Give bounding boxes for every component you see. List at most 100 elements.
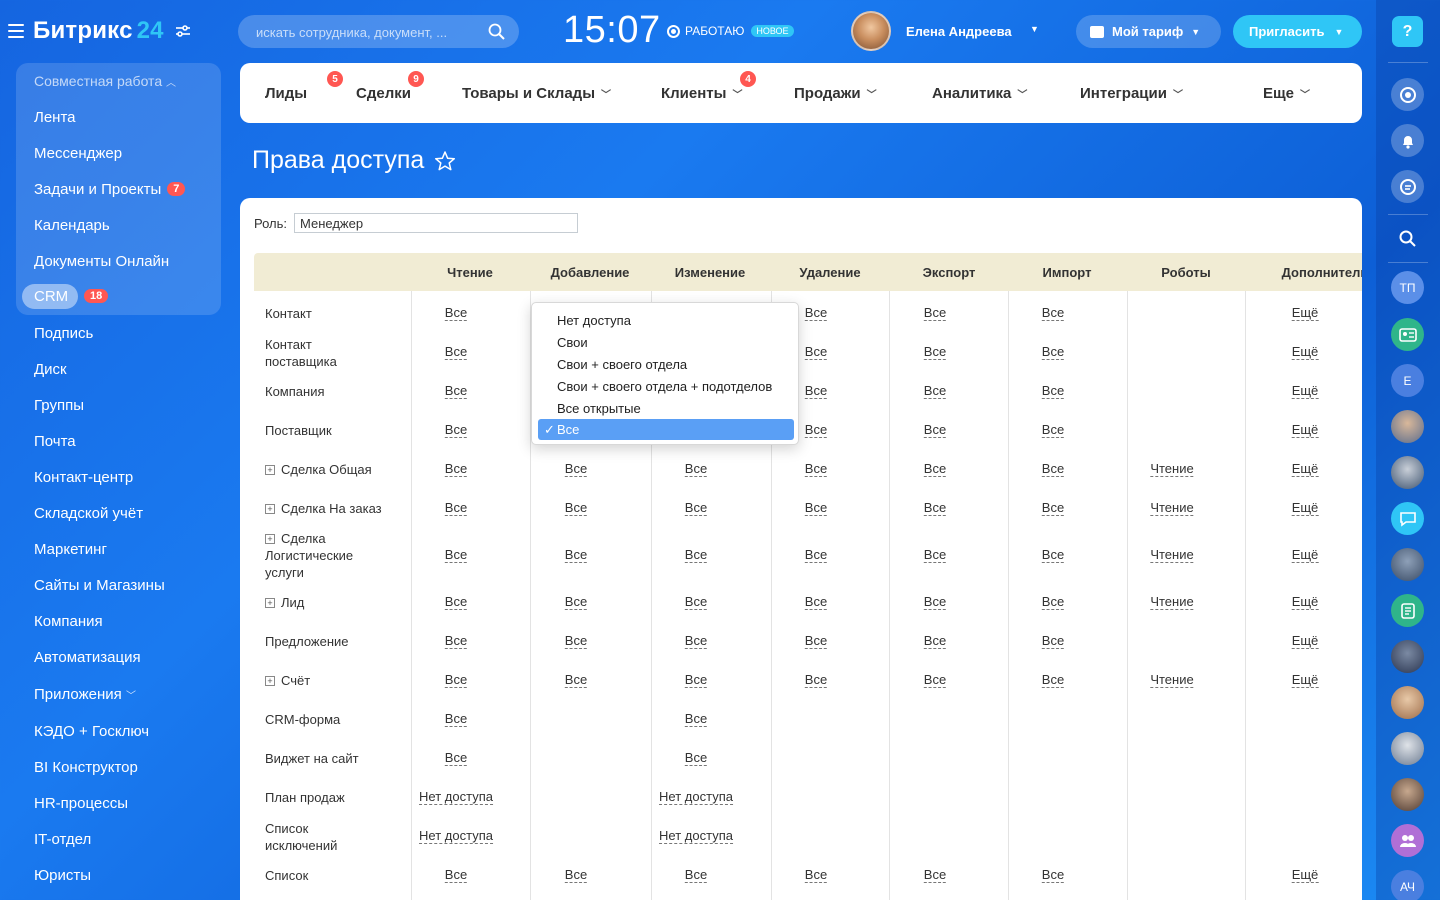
my-tariff-button[interactable]: Мой тариф ▼: [1076, 15, 1221, 48]
row-label[interactable]: + Лид: [265, 594, 405, 611]
permission-cell[interactable]: Все: [684, 672, 708, 688]
permission-cell[interactable]: Все: [564, 633, 588, 649]
clock[interactable]: 15:07: [563, 9, 661, 52]
tab-more[interactable]: Еще ﹀: [1263, 85, 1310, 102]
permission-cell[interactable]: Ещё: [1291, 344, 1319, 360]
role-name-input[interactable]: [294, 213, 578, 233]
menu-burger-icon[interactable]: [8, 24, 24, 38]
contact-avatar[interactable]: [1391, 456, 1424, 489]
dropdown-option[interactable]: Нет доступа: [538, 310, 794, 331]
document-icon[interactable]: [1391, 594, 1424, 627]
permission-cell[interactable]: Все: [1041, 594, 1065, 610]
permission-cell[interactable]: Все: [1041, 633, 1065, 649]
sidebar-item-tasks[interactable]: Задачи и Проекты 7: [34, 181, 186, 198]
search-icon[interactable]: [488, 23, 505, 40]
contact-avatar[interactable]: [1391, 548, 1424, 581]
search-input[interactable]: [256, 22, 476, 42]
permission-cell[interactable]: Все: [444, 633, 468, 649]
permission-cell[interactable]: Все: [804, 633, 828, 649]
permission-cell[interactable]: Все: [1041, 867, 1065, 883]
dropdown-option[interactable]: Свои + своего отдела + подотделов: [538, 376, 794, 397]
permission-cell[interactable]: Все: [444, 711, 468, 727]
permission-cell[interactable]: Все: [684, 867, 708, 883]
contact-avatar[interactable]: [1391, 410, 1424, 443]
permission-cell[interactable]: Все: [684, 750, 708, 766]
dropdown-option[interactable]: Свои + своего отдела: [538, 354, 794, 375]
permission-cell[interactable]: Все: [564, 867, 588, 883]
permission-cell[interactable]: Все: [444, 422, 468, 438]
contact-avatar[interactable]: [1391, 640, 1424, 673]
permission-cell[interactable]: Все: [444, 594, 468, 610]
permission-cell[interactable]: Ещё: [1291, 461, 1319, 477]
permission-cell[interactable]: Все: [923, 547, 947, 563]
permission-cell[interactable]: Все: [923, 594, 947, 610]
row-label[interactable]: + Сделка Общая: [265, 461, 405, 478]
sidebar-item-automation[interactable]: Автоматизация: [34, 649, 141, 666]
user-caret-icon[interactable]: ▼: [1030, 24, 1039, 34]
sidebar-item-sites[interactable]: Сайты и Магазины: [34, 577, 165, 594]
permission-cell[interactable]: Все: [684, 633, 708, 649]
permission-cell[interactable]: Все: [1041, 547, 1065, 563]
permission-cell[interactable]: Все: [804, 500, 828, 516]
sidebar-item-sign[interactable]: Подпись: [34, 325, 93, 342]
permission-cell[interactable]: Все: [444, 344, 468, 360]
permission-cell[interactable]: Все: [444, 750, 468, 766]
permission-cell[interactable]: Все: [444, 672, 468, 688]
bell-icon[interactable]: [1391, 124, 1424, 157]
permission-cell[interactable]: Все: [804, 594, 828, 610]
permission-cell[interactable]: Все: [444, 500, 468, 516]
dropdown-option[interactable]: ✓ Все: [538, 419, 794, 440]
permission-cell[interactable]: Все: [684, 461, 708, 477]
permission-cell[interactable]: Ещё: [1291, 305, 1319, 321]
permission-cell[interactable]: Все: [444, 305, 468, 321]
permission-cell[interactable]: Все: [804, 672, 828, 688]
permission-cell[interactable]: Все: [923, 461, 947, 477]
permission-cell[interactable]: Чтение: [1150, 461, 1194, 477]
permission-cell[interactable]: Нет доступа: [659, 828, 733, 844]
sidebar-item-crm-label[interactable]: CRM: [34, 288, 68, 305]
permission-cell[interactable]: Все: [923, 867, 947, 883]
contact-avatar[interactable]: [1391, 732, 1424, 765]
dropdown-option[interactable]: Свои: [538, 332, 794, 353]
permission-cell[interactable]: Все: [923, 500, 947, 516]
permission-cell[interactable]: Все: [564, 500, 588, 516]
sidebar-item-company[interactable]: Компания: [34, 613, 103, 630]
contact-avatar[interactable]: ТП: [1391, 271, 1424, 304]
contact-avatar[interactable]: Е: [1391, 364, 1424, 397]
sidebar-item-hr[interactable]: HR-процессы: [34, 795, 128, 812]
permission-cell[interactable]: Все: [684, 547, 708, 563]
permission-cell[interactable]: Все: [1041, 305, 1065, 321]
permission-cell[interactable]: Все: [804, 867, 828, 883]
permission-cell[interactable]: Все: [1041, 344, 1065, 360]
permission-cell[interactable]: Ещё: [1291, 547, 1319, 563]
sidebar-item-calendar[interactable]: Календарь: [34, 217, 110, 234]
permission-cell[interactable]: Чтение: [1150, 672, 1194, 688]
logo[interactable]: Битрикс 24: [33, 17, 164, 45]
contact-avatar[interactable]: АЧ: [1391, 870, 1424, 900]
permission-cell[interactable]: Ещё: [1291, 422, 1319, 438]
permission-cell[interactable]: Все: [923, 633, 947, 649]
permission-cell[interactable]: Все: [804, 344, 828, 360]
sidebar-item-feed[interactable]: Лента: [34, 109, 76, 126]
permission-cell[interactable]: Все: [684, 711, 708, 727]
permission-cell[interactable]: Все: [564, 672, 588, 688]
permission-cell[interactable]: Чтение: [1150, 547, 1194, 563]
expand-plus-icon[interactable]: +: [265, 598, 275, 608]
copilot-icon[interactable]: [1391, 78, 1424, 111]
permission-cell[interactable]: Чтение: [1150, 594, 1194, 610]
permission-cell[interactable]: Ещё: [1291, 867, 1319, 883]
tab-integrations[interactable]: Интеграции ﹀: [1080, 85, 1183, 102]
tab-products[interactable]: Товары и Склады ﹀: [462, 85, 611, 102]
work-status[interactable]: РАБОТАЮ НОВОЕ: [667, 24, 794, 38]
permission-cell[interactable]: Все: [804, 305, 828, 321]
sidebar-item-it[interactable]: IT-отдел: [34, 831, 91, 848]
permission-cell[interactable]: Все: [923, 383, 947, 399]
tab-deals[interactable]: Сделки 9: [356, 71, 424, 102]
tab-clients[interactable]: Клиенты ﹀ 4: [661, 71, 756, 102]
permission-cell[interactable]: Все: [804, 547, 828, 563]
permission-cell[interactable]: Все: [444, 867, 468, 883]
group-chat-icon[interactable]: [1391, 824, 1424, 857]
sidebar-item-marketing[interactable]: Маркетинг: [34, 541, 107, 558]
sidebar-item-kedo[interactable]: КЭДО + Госключ: [34, 723, 149, 740]
permission-cell[interactable]: Все: [804, 383, 828, 399]
